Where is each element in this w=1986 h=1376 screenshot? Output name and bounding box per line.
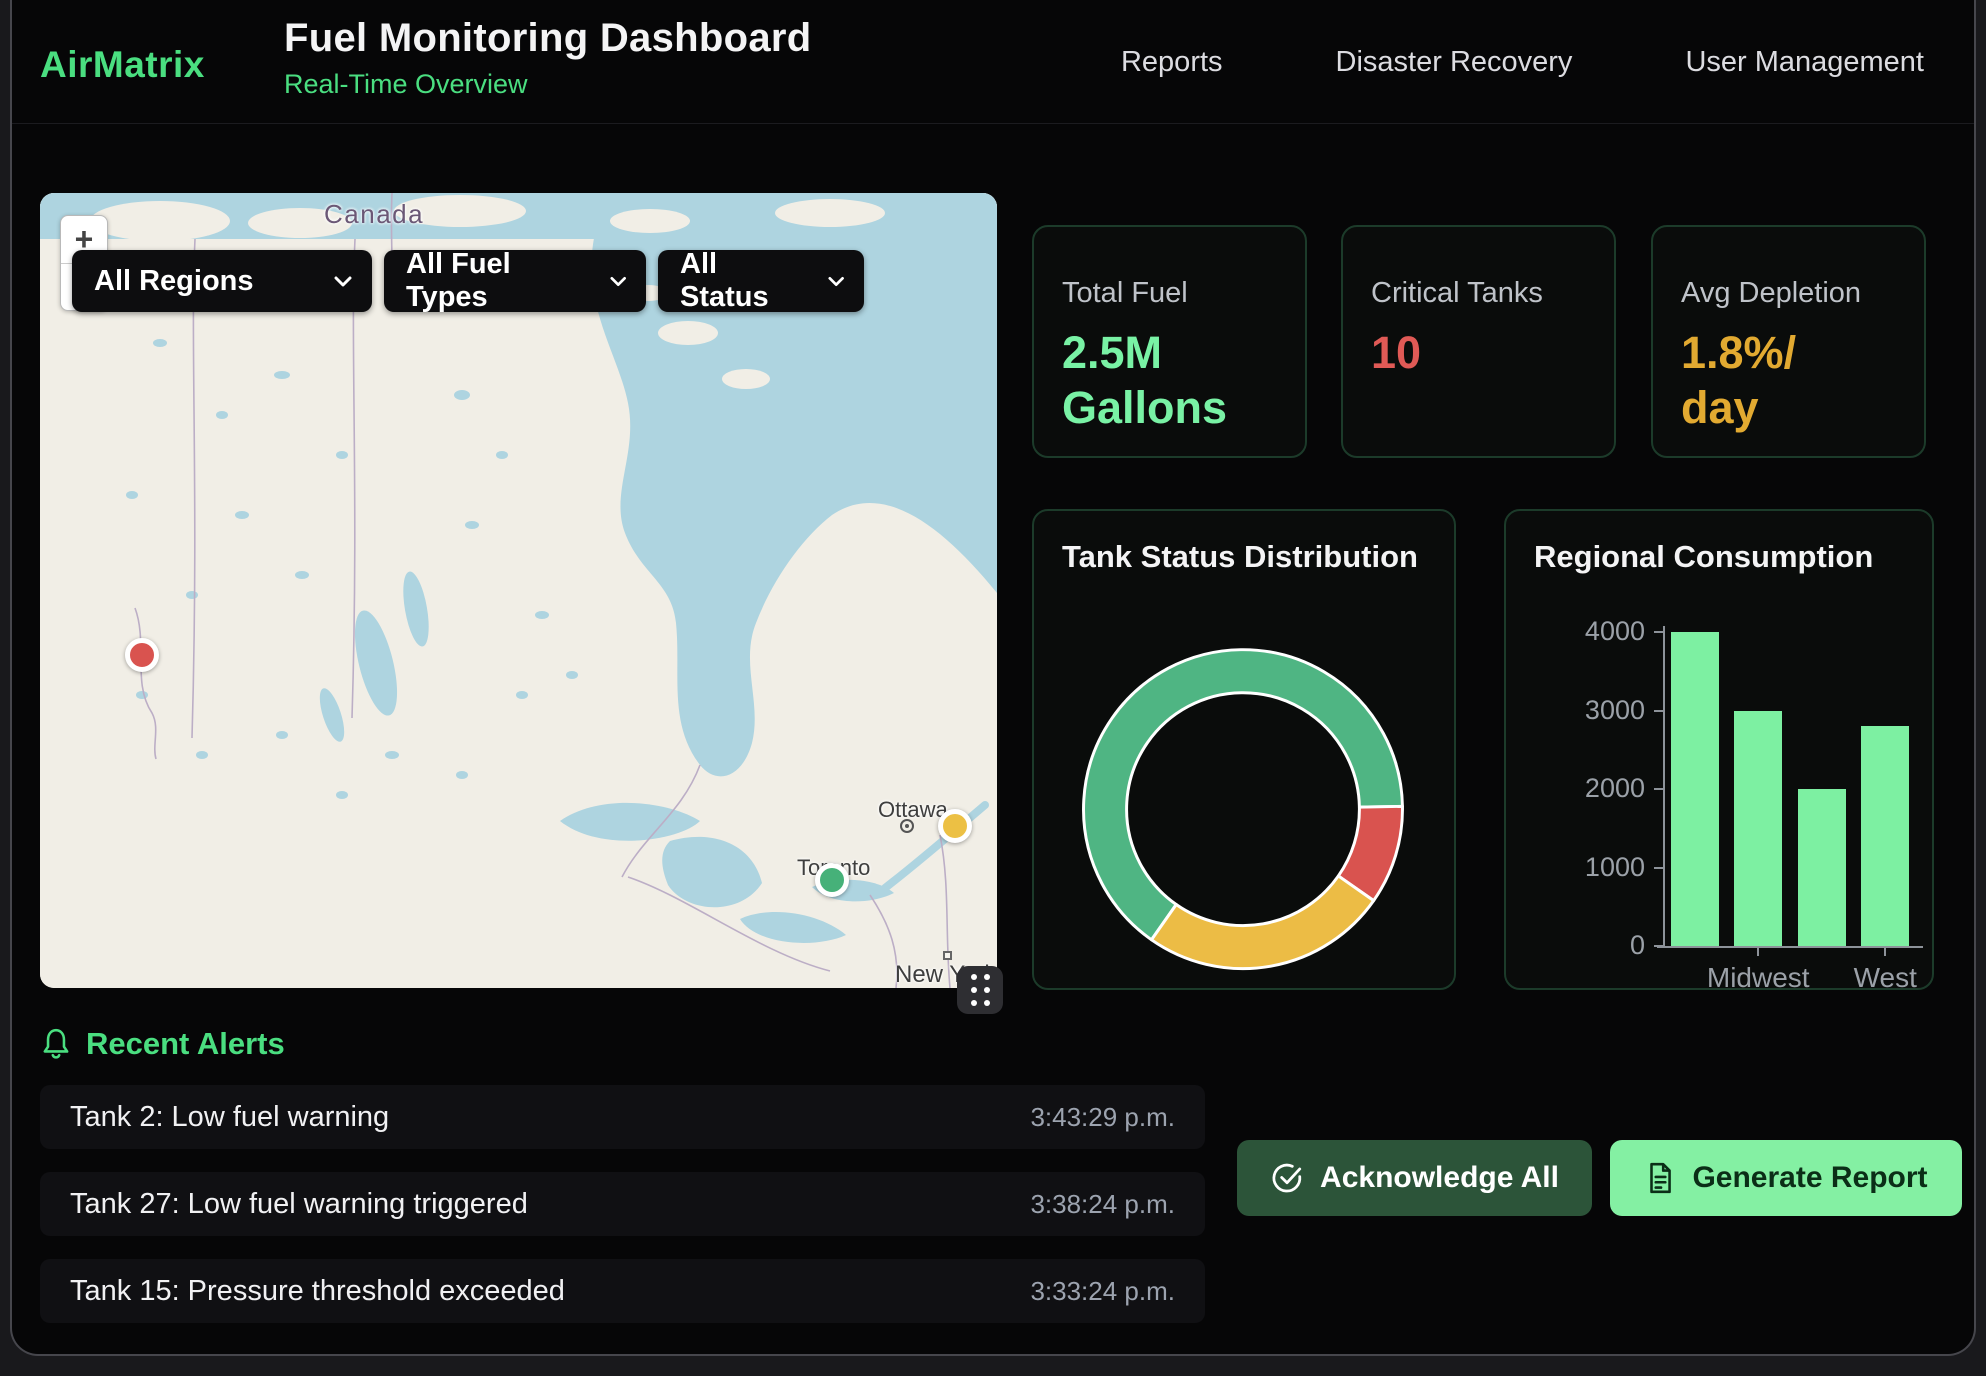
tank-status-donut-chart bbox=[1034, 511, 1454, 987]
stat-value: 2.5M Gallons bbox=[1062, 326, 1279, 436]
nav-user-management[interactable]: User Management bbox=[1685, 46, 1924, 79]
bar bbox=[1861, 726, 1909, 946]
map-label-canada: Canada bbox=[324, 199, 424, 230]
stat-card-total-fuel: Total Fuel 2.5M Gallons bbox=[1032, 225, 1307, 458]
fuel-type-filter-value: All Fuel Types bbox=[406, 248, 584, 314]
report-document-icon bbox=[1644, 1161, 1676, 1195]
bell-icon bbox=[40, 1027, 72, 1061]
alert-timestamp: 3:33:24 p.m. bbox=[1030, 1276, 1175, 1307]
stat-card-critical-tanks: Critical Tanks 10 bbox=[1341, 225, 1616, 458]
region-filter-value: All Regions bbox=[94, 265, 254, 298]
stat-label: Critical Tanks bbox=[1371, 277, 1588, 310]
header: AirMatrix Fuel Monitoring Dashboard Real… bbox=[12, 0, 1974, 124]
nav-reports[interactable]: Reports bbox=[1121, 46, 1223, 79]
alert-row[interactable]: Tank 27: Low fuel warning triggered 3:38… bbox=[40, 1172, 1205, 1236]
alert-row[interactable]: Tank 15: Pressure threshold exceeded 3:3… bbox=[40, 1259, 1205, 1323]
fuel-type-filter-dropdown[interactable]: All Fuel Types bbox=[384, 250, 646, 312]
acknowledge-all-label: Acknowledge All bbox=[1320, 1161, 1559, 1195]
generate-report-label: Generate Report bbox=[1692, 1161, 1927, 1195]
alert-message: Tank 2: Low fuel warning bbox=[70, 1101, 389, 1134]
alert-row[interactable]: Tank 2: Low fuel warning 3:43:29 p.m. bbox=[40, 1085, 1205, 1149]
map[interactable]: Canada Ottawa Toronto New York + − All R… bbox=[40, 193, 997, 988]
brand-logo: AirMatrix bbox=[40, 44, 205, 86]
regional-consumption-bar-chart: 01000200030004000MidwestWest bbox=[1506, 511, 1932, 988]
bar bbox=[1671, 632, 1719, 946]
stat-label: Total Fuel bbox=[1062, 277, 1279, 310]
y-tick-mark bbox=[1654, 631, 1663, 633]
y-tick-label: 4000 bbox=[1506, 616, 1645, 647]
new-york-town-icon bbox=[943, 951, 952, 960]
map-filter-bar: All Regions All Fuel Types All Status bbox=[72, 250, 864, 312]
acknowledge-all-button[interactable]: Acknowledge All bbox=[1237, 1140, 1592, 1216]
y-tick-label: 1000 bbox=[1506, 852, 1645, 883]
nav-disaster-recovery[interactable]: Disaster Recovery bbox=[1336, 46, 1573, 79]
y-tick-mark bbox=[1654, 945, 1663, 947]
dashboard-window: AirMatrix Fuel Monitoring Dashboard Real… bbox=[10, 0, 1976, 1356]
status-filter-dropdown[interactable]: All Status bbox=[658, 250, 864, 312]
map-label-ottawa: Ottawa bbox=[878, 797, 948, 823]
y-tick-mark bbox=[1654, 788, 1663, 790]
chevron-down-icon bbox=[828, 276, 844, 287]
ottawa-town-icon bbox=[900, 819, 914, 833]
tank-status-chart-card: Tank Status Distribution bbox=[1032, 509, 1456, 990]
status-filter-value: All Status bbox=[680, 248, 802, 314]
stat-value: 1.8%/ day bbox=[1681, 326, 1898, 436]
y-tick-label: 2000 bbox=[1506, 773, 1645, 804]
y-tick-mark bbox=[1654, 867, 1663, 869]
alert-message: Tank 15: Pressure threshold exceeded bbox=[70, 1275, 565, 1308]
recent-alerts-header: Recent Alerts bbox=[40, 1026, 285, 1062]
x-tick-label: West bbox=[1795, 962, 1975, 994]
alert-timestamp: 3:38:24 p.m. bbox=[1030, 1189, 1175, 1220]
chevron-down-icon bbox=[610, 276, 626, 287]
bar bbox=[1734, 711, 1782, 947]
x-tick-mark bbox=[1757, 948, 1759, 956]
page-subtitle: Real-Time Overview bbox=[284, 69, 811, 100]
bar bbox=[1798, 789, 1846, 946]
map-marker-normal[interactable] bbox=[815, 863, 849, 897]
stat-value: 10 bbox=[1371, 326, 1588, 381]
generate-report-button[interactable]: Generate Report bbox=[1610, 1140, 1962, 1216]
map-marker-warning[interactable] bbox=[938, 809, 972, 843]
y-tick-label: 0 bbox=[1506, 930, 1645, 961]
donut-segment bbox=[1152, 876, 1374, 969]
main-nav: Reports Disaster Recovery User Managemen… bbox=[1121, 0, 1924, 124]
alert-timestamp: 3:43:29 p.m. bbox=[1030, 1102, 1175, 1133]
check-circle-icon bbox=[1270, 1161, 1304, 1195]
screen: AirMatrix Fuel Monitoring Dashboard Real… bbox=[0, 0, 1986, 1376]
y-tick-mark bbox=[1654, 710, 1663, 712]
recent-alerts-title: Recent Alerts bbox=[86, 1026, 285, 1062]
page-title: Fuel Monitoring Dashboard bbox=[284, 16, 811, 61]
regional-consumption-chart-card: Regional Consumption 01000200030004000Mi… bbox=[1504, 509, 1934, 990]
map-marker-critical[interactable] bbox=[125, 638, 159, 672]
x-axis-line bbox=[1657, 946, 1923, 948]
alert-message: Tank 27: Low fuel warning triggered bbox=[70, 1188, 528, 1221]
stat-label: Avg Depletion bbox=[1681, 277, 1898, 310]
title-block: Fuel Monitoring Dashboard Real-Time Over… bbox=[284, 16, 811, 100]
map-drag-handle-icon[interactable] bbox=[957, 966, 1003, 1014]
region-filter-dropdown[interactable]: All Regions bbox=[72, 250, 372, 312]
y-axis-line bbox=[1663, 626, 1665, 946]
chevron-down-icon bbox=[334, 276, 352, 287]
y-tick-label: 3000 bbox=[1506, 695, 1645, 726]
x-tick-mark bbox=[1884, 948, 1886, 956]
stat-card-avg-depletion: Avg Depletion 1.8%/ day bbox=[1651, 225, 1926, 458]
